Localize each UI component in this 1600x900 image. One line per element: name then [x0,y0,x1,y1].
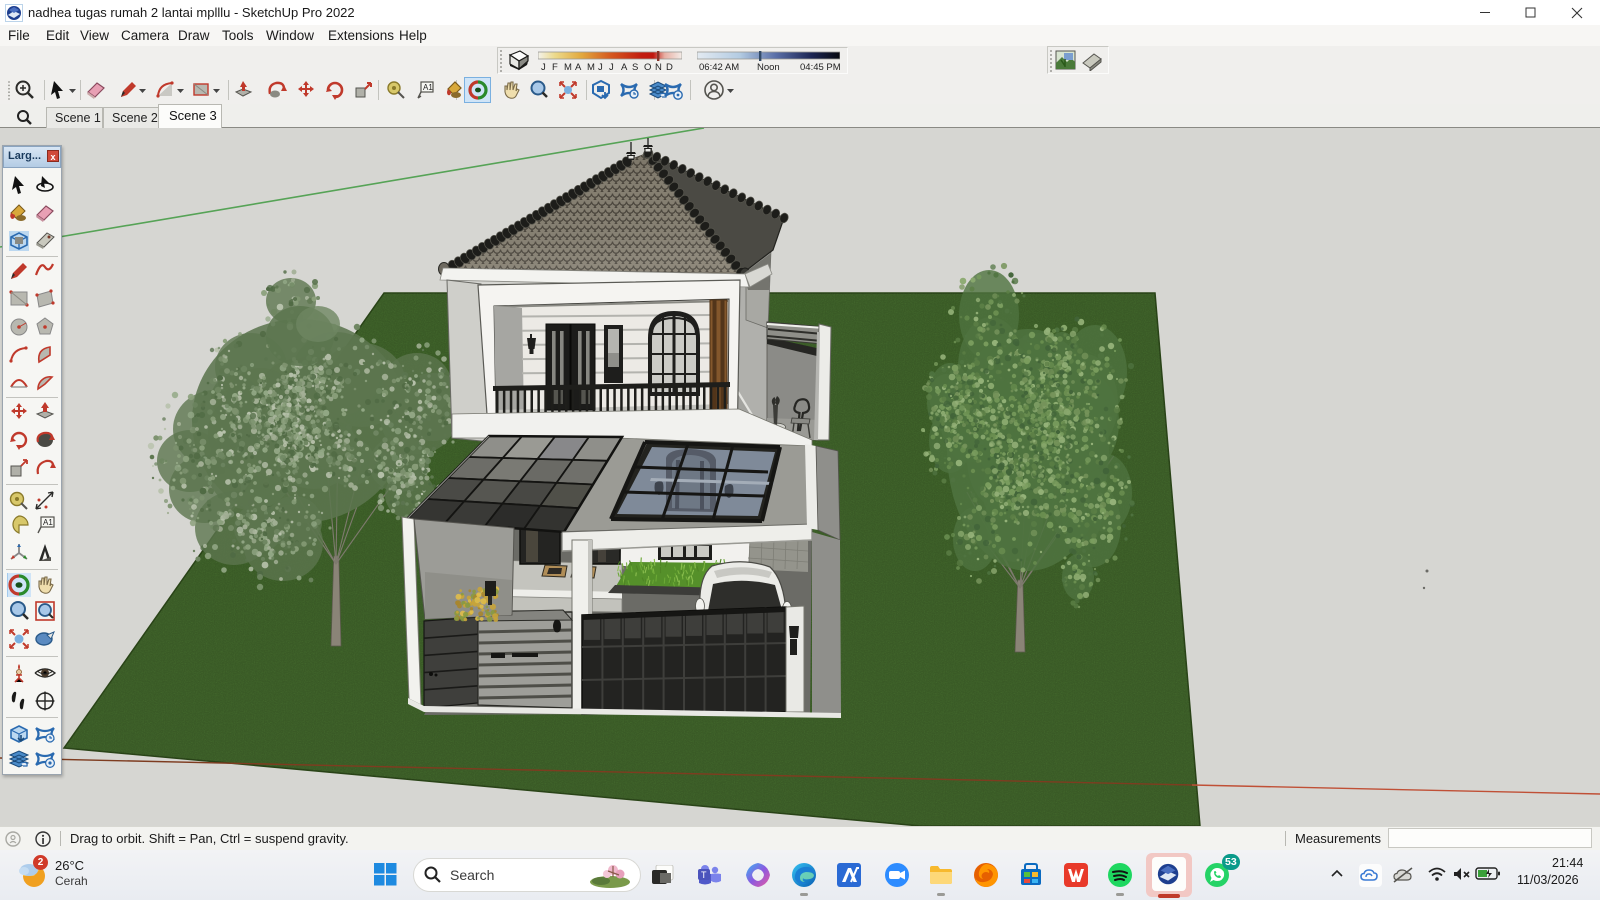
svg-text:A1: A1 [43,518,53,527]
svg-text:T: T [701,870,707,880]
svg-text:A1: A1 [423,83,433,92]
